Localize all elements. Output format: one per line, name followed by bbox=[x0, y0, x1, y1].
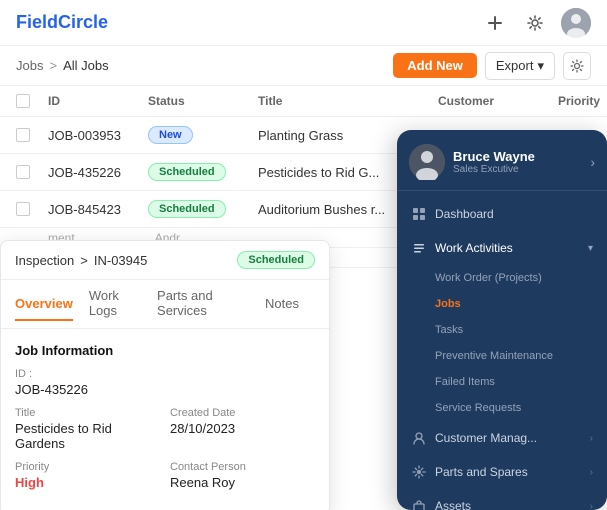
title-cell: Title Pesticides to Rid Gardens bbox=[15, 407, 160, 451]
table-settings-button[interactable] bbox=[563, 52, 591, 80]
customer-manage-chevron-icon: › bbox=[590, 433, 593, 444]
sidebar-item-parts-spares[interactable]: Parts and Spares › bbox=[397, 455, 607, 489]
sidebar-item-dashboard[interactable]: Dashboard bbox=[397, 197, 607, 231]
priority-cell: Priority High bbox=[15, 461, 160, 490]
contact-label: Contact Person bbox=[170, 461, 315, 473]
col-id: ID bbox=[48, 94, 148, 108]
add-icon[interactable] bbox=[481, 9, 509, 37]
tab-parts-services[interactable]: Parts and Services bbox=[157, 280, 249, 328]
add-new-button[interactable]: Add New bbox=[393, 53, 477, 78]
job-id: JOB-435226 bbox=[48, 165, 148, 180]
tab-notes[interactable]: Notes bbox=[265, 288, 299, 321]
title-value: Pesticides to Rid Gardens bbox=[15, 421, 160, 451]
section-title: Job Information bbox=[15, 343, 315, 358]
nav-icons bbox=[481, 8, 591, 38]
status-badge: Scheduled bbox=[148, 163, 226, 181]
col-status: Status bbox=[148, 94, 258, 108]
customer-manage-icon bbox=[411, 430, 427, 446]
created-date-label: Created Date bbox=[170, 407, 315, 419]
assets-icon bbox=[411, 498, 427, 510]
tab-work-logs[interactable]: Work Logs bbox=[89, 280, 141, 328]
status-badge: Scheduled bbox=[148, 200, 226, 218]
sidebar-subitem-failed-items[interactable]: Failed Items bbox=[397, 369, 607, 395]
info-grid: Title Pesticides to Rid Gardens Created … bbox=[15, 407, 315, 490]
inspection-panel: Inspection > IN-03945 Scheduled Overview… bbox=[0, 240, 330, 510]
priority-label: Priority bbox=[15, 461, 160, 473]
breadcrumb: Jobs > All Jobs bbox=[16, 58, 109, 73]
app-container: FieldCircle bbox=[0, 0, 607, 510]
id-label: ID : bbox=[15, 368, 315, 380]
mobile-user-role: Sales Excutive bbox=[453, 164, 535, 175]
work-activities-icon bbox=[411, 240, 427, 256]
user-avatar[interactable] bbox=[561, 8, 591, 38]
inspection-breadcrumb: Inspection > IN-03945 bbox=[15, 253, 147, 268]
row-checkbox[interactable] bbox=[16, 165, 30, 179]
user-chevron-icon: › bbox=[590, 154, 595, 170]
inspection-id: IN-03945 bbox=[94, 253, 147, 268]
select-all-checkbox[interactable] bbox=[16, 94, 30, 108]
dashboard-icon bbox=[411, 206, 427, 222]
created-date-cell: Created Date 28/10/2023 bbox=[170, 407, 315, 451]
work-activities-expand-icon: ▾ bbox=[588, 243, 593, 254]
inspection-separator: > bbox=[80, 253, 88, 268]
work-activities-label: Work Activities bbox=[435, 241, 513, 255]
mobile-nav: Dashboard Work Activities ▾ bbox=[397, 191, 607, 510]
inspection-tabs: Overview Work Logs Parts and Services No… bbox=[1, 280, 329, 329]
mobile-user-name: Bruce Wayne bbox=[453, 149, 535, 164]
sidebar-subitem-preventive[interactable]: Preventive Maintenance bbox=[397, 343, 607, 369]
breadcrumb-parent[interactable]: Jobs bbox=[16, 58, 43, 73]
sidebar-subitem-service-requests[interactable]: Service Requests bbox=[397, 395, 607, 421]
id-value: JOB-435226 bbox=[15, 382, 315, 397]
breadcrumb-current: All Jobs bbox=[63, 58, 109, 73]
sidebar-item-work-activities[interactable]: Work Activities ▾ bbox=[397, 231, 607, 265]
settings-icon[interactable] bbox=[521, 9, 549, 37]
table-header: ID Status Title Customer Priority bbox=[0, 86, 607, 117]
job-id: JOB-845423 bbox=[48, 202, 148, 217]
col-customer: Customer bbox=[438, 94, 558, 108]
chevron-down-icon: ▾ bbox=[537, 58, 544, 74]
job-id: JOB-003953 bbox=[48, 128, 148, 143]
priority-value: High bbox=[15, 475, 160, 490]
mobile-avatar bbox=[409, 144, 445, 180]
dashboard-label: Dashboard bbox=[435, 207, 494, 221]
row-checkbox[interactable] bbox=[16, 202, 30, 216]
customer-manage-label: Customer Manag... bbox=[435, 431, 537, 445]
contact-value: Reena Roy bbox=[170, 475, 315, 490]
breadcrumb-actions: Add New Export ▾ bbox=[393, 52, 591, 80]
sidebar-item-assets[interactable]: Assets › bbox=[397, 489, 607, 510]
inspection-header: Inspection > IN-03945 Scheduled bbox=[1, 241, 329, 280]
mobile-user-info: Bruce Wayne Sales Excutive bbox=[409, 144, 535, 180]
created-date-value: 28/10/2023 bbox=[170, 421, 315, 436]
status-badge: New bbox=[148, 126, 193, 144]
title-label: Title bbox=[15, 407, 160, 419]
col-title: Title bbox=[258, 94, 438, 108]
sidebar-subitem-jobs[interactable]: Jobs bbox=[397, 291, 607, 317]
parts-spares-icon bbox=[411, 464, 427, 480]
inspection-body: Job Information ID : JOB-435226 Title Pe… bbox=[1, 329, 329, 510]
col-priority: Priority bbox=[558, 94, 607, 108]
sidebar-subitem-tasks[interactable]: Tasks bbox=[397, 317, 607, 343]
parts-spares-chevron-icon: › bbox=[590, 467, 593, 478]
job-id-row: ID : JOB-435226 bbox=[15, 368, 315, 397]
mobile-sidebar-panel: Bruce Wayne Sales Excutive › bbox=[397, 130, 607, 510]
parts-spares-label: Parts and Spares bbox=[435, 465, 528, 479]
sidebar-subitem-work-order[interactable]: Work Order (Projects) bbox=[397, 265, 607, 291]
export-button[interactable]: Export ▾ bbox=[485, 52, 555, 80]
inspection-status-badge: Scheduled bbox=[237, 251, 315, 269]
top-nav: FieldCircle bbox=[0, 0, 607, 46]
contact-cell: Contact Person Reena Roy bbox=[170, 461, 315, 490]
brand-logo: FieldCircle bbox=[16, 12, 108, 33]
header-checkbox-cell bbox=[16, 94, 48, 108]
breadcrumb-bar: Jobs > All Jobs Add New Export ▾ bbox=[0, 46, 607, 86]
mobile-user-header[interactable]: Bruce Wayne Sales Excutive › bbox=[397, 130, 607, 191]
breadcrumb-separator: > bbox=[49, 58, 57, 73]
tab-overview[interactable]: Overview bbox=[15, 288, 73, 321]
sidebar-item-customer-manage[interactable]: Customer Manag... › bbox=[397, 421, 607, 455]
assets-label: Assets bbox=[435, 499, 471, 510]
inspection-parent[interactable]: Inspection bbox=[15, 253, 74, 268]
row-checkbox[interactable] bbox=[16, 128, 30, 142]
assets-chevron-icon: › bbox=[590, 501, 593, 510]
